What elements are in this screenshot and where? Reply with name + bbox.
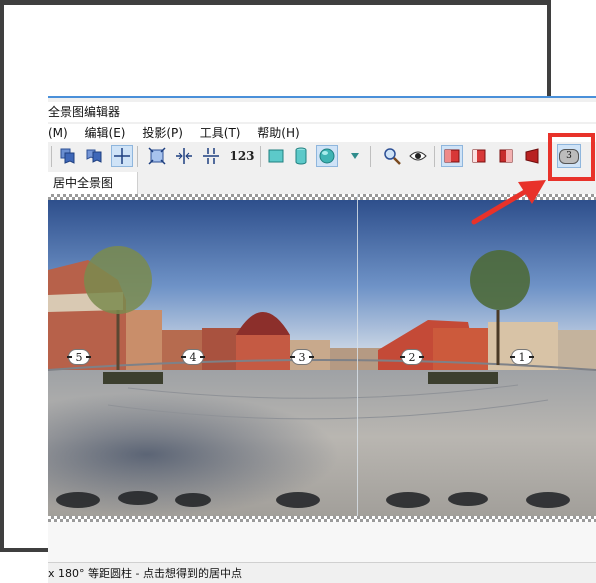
tab-center-panorama[interactable]: 居中全景图 — [48, 172, 138, 194]
straighten-icon[interactable] — [200, 145, 222, 167]
number-button-label: 123 — [229, 149, 255, 163]
crop-center-icon[interactable] — [495, 145, 517, 167]
menu-edit[interactable]: 编辑(E) — [85, 124, 126, 142]
hotspot-3[interactable]: 3 — [290, 349, 314, 365]
toolbar-separator — [434, 146, 435, 167]
window-title: 全景图编辑器 — [48, 105, 121, 119]
menu-file[interactable]: (M) — [48, 124, 68, 142]
control-points-icon[interactable] — [83, 145, 105, 167]
highlight-box — [548, 133, 595, 181]
status-bar: x 180° 等距圆柱 - 点击想得到的居中点 — [48, 562, 596, 583]
fit-panorama-icon[interactable] — [146, 145, 168, 167]
menu-help[interactable]: 帮助(H) — [257, 124, 299, 142]
hotspot-5[interactable]: 5 — [67, 349, 91, 365]
menu-bar: (M) 编辑(E) 投影(P) 工具(T) 帮助(H) — [48, 124, 596, 142]
eye-icon[interactable] — [407, 145, 429, 167]
tab-label: 居中全景图 — [53, 176, 114, 190]
spherical-icon[interactable] — [316, 145, 338, 167]
toolbar-separator — [260, 146, 261, 167]
toolbar-separator — [137, 146, 138, 167]
menu-projection[interactable]: 投影(P) — [142, 124, 183, 142]
panorama-preview[interactable]: 5 4 3 2 1 △ — [48, 194, 596, 530]
status-text: x 180° 等距圆柱 - 点击想得到的居中点 — [48, 567, 242, 580]
images-icon[interactable] — [57, 145, 79, 167]
number-button[interactable]: 123 — [228, 145, 256, 167]
crop-right-icon[interactable] — [522, 145, 544, 167]
projection-dropdown-icon[interactable] — [344, 145, 366, 167]
magnifier-icon[interactable] — [381, 145, 403, 167]
hotspot-2[interactable]: 2 — [400, 349, 424, 365]
cylindrical-icon[interactable] — [290, 145, 312, 167]
hotspot-1[interactable]: 1 — [510, 349, 534, 365]
hotspot-4[interactable]: 4 — [181, 349, 205, 365]
crosshair-icon[interactable] — [111, 145, 133, 167]
rectilinear-icon[interactable] — [265, 145, 287, 167]
toolbar: 123 3 — [48, 142, 596, 173]
arrow-pointer-icon — [471, 180, 546, 225]
window-border — [48, 96, 596, 98]
menu-tools[interactable]: 工具(T) — [200, 124, 241, 142]
toolbar-separator — [51, 146, 52, 167]
center-horizontal-icon[interactable] — [173, 145, 195, 167]
toolbar-separator — [370, 146, 371, 167]
center-line — [357, 194, 358, 522]
crop-left-icon[interactable] — [468, 145, 490, 167]
crop-mode-icon[interactable] — [441, 145, 463, 167]
title-bar: 全景图编辑器 — [48, 102, 596, 122]
empty-workspace — [48, 522, 596, 564]
panorama-editor-window: 全景图编辑器 (M) 编辑(E) 投影(P) 工具(T) 帮助(H) 123 3… — [48, 96, 596, 583]
